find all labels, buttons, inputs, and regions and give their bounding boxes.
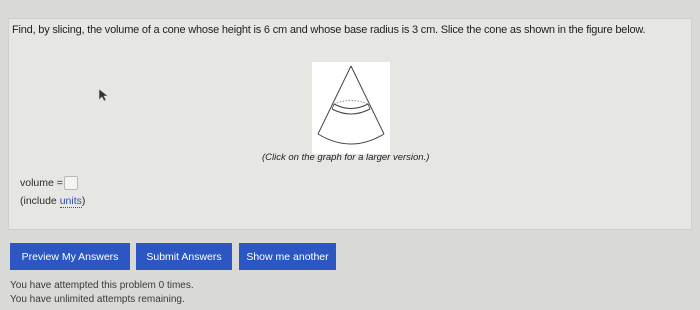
preview-answers-button[interactable]: Preview My Answers — [10, 243, 130, 270]
include-units-note: (include units) — [20, 195, 86, 208]
cone-slice-figure[interactable] — [312, 62, 390, 154]
remaining-status: You have unlimited attempts remaining. — [10, 294, 185, 305]
problem-statement: Find, by slicing, the volume of a cone w… — [12, 24, 646, 36]
volume-label: volume = — [20, 177, 63, 189]
units-link[interactable]: units — [59, 195, 82, 208]
show-another-button[interactable]: Show me another — [239, 243, 336, 270]
volume-input[interactable] — [63, 176, 78, 190]
mouse-pointer-icon — [98, 88, 109, 102]
submit-answers-button[interactable]: Submit Answers — [136, 243, 232, 270]
figure-caption: (Click on the graph for a larger version… — [262, 152, 430, 163]
include-prefix: (include — [20, 195, 60, 207]
volume-row: volume = — [20, 176, 78, 190]
attempts-status: You have attempted this problem 0 times. — [10, 280, 194, 291]
include-suffix: ) — [81, 195, 86, 207]
